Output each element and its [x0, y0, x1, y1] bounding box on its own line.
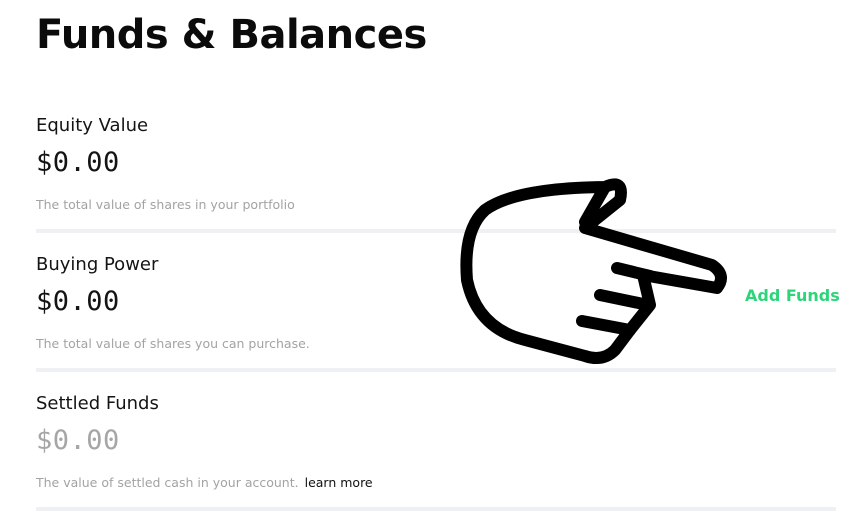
settled-funds-amount: $0.00 [36, 425, 120, 456]
pointing-hand-icon [460, 178, 727, 364]
buying-power-amount: $0.00 [36, 286, 120, 317]
settled-funds-description-row: The value of settled cash in your accoun… [36, 475, 373, 490]
section-divider [36, 507, 836, 511]
equity-value-label: Equity Value [36, 115, 149, 136]
learn-more-link[interactable]: learn more [305, 475, 373, 490]
equity-value-description: The total value of shares in your portfo… [36, 197, 295, 212]
equity-value-amount: $0.00 [36, 147, 120, 178]
add-funds-button[interactable]: Add Funds [745, 286, 840, 305]
buying-power-description: The total value of shares you can purcha… [36, 336, 310, 351]
settled-funds-section: Settled Funds $0.00 The value of settled… [36, 393, 836, 503]
page-title: Funds & Balances [36, 12, 427, 58]
buying-power-label: Buying Power [36, 254, 159, 275]
settled-funds-label: Settled Funds [36, 393, 159, 414]
settled-funds-description: The value of settled cash in your accoun… [36, 475, 299, 490]
